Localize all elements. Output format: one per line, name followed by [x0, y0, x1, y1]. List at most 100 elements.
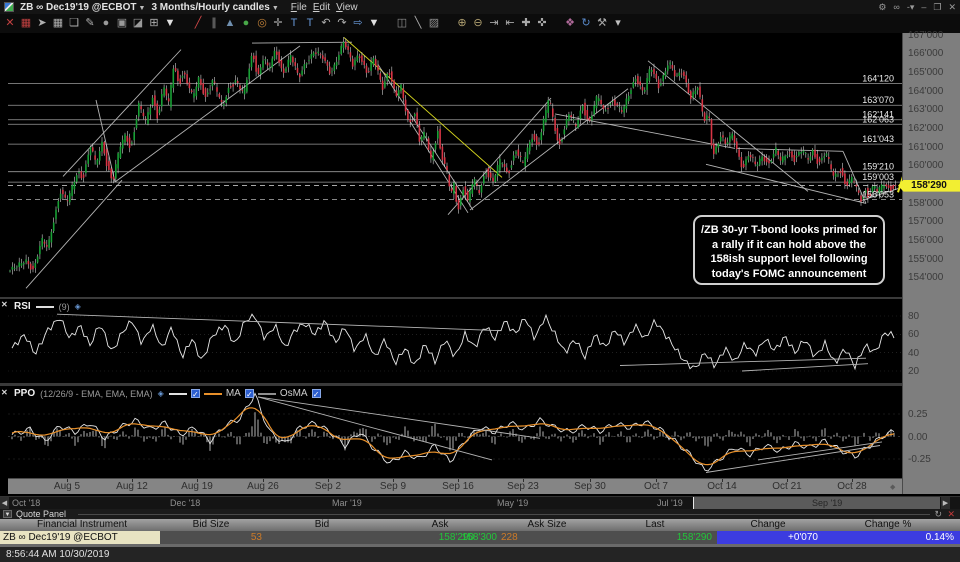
print-icon[interactable]: ❏ — [66, 15, 82, 32]
time-axis[interactable]: Aug 5 Aug 12 Aug 19 Aug 26 Sep 2 Sep 9 Sep 16 S… — [8, 478, 902, 494]
quote-column-header[interactable]: Last — [646, 519, 665, 530]
menu-edit[interactable]: Edit — [313, 2, 330, 13]
quote-column-header[interactable]: Bid Size — [193, 519, 230, 530]
pyramid-icon[interactable]: ▲ — [222, 15, 238, 32]
text-note-icon[interactable]: T — [286, 15, 302, 32]
time-tick-label: Aug 5 — [53, 481, 81, 492]
last-price-badge: 158'290 — [898, 179, 960, 192]
quote-column-header[interactable]: Bid — [315, 519, 329, 530]
settings-icon[interactable]: ⚙ — [878, 2, 886, 13]
zoom-out-icon[interactable]: ⊖ — [470, 15, 486, 32]
bar-spacing-in-icon[interactable]: ⇥ — [486, 15, 502, 32]
chart-type-dropdown[interactable]: ▼ — [162, 15, 178, 32]
quote-column-header[interactable]: Ask — [432, 519, 449, 530]
minimize-button[interactable]: – — [921, 2, 926, 12]
close-chart-icon[interactable]: ✕ — [2, 15, 18, 32]
quote-column-header[interactable]: Change — [750, 519, 785, 530]
rsi-label: RSI — [14, 301, 31, 312]
rsi-tick-label: 60 — [908, 329, 920, 341]
time-tick-label: Oct 21 — [772, 481, 802, 492]
ppo-legend-checkbox[interactable]: ✓ — [190, 389, 200, 399]
target-icon[interactable]: ◎ — [254, 15, 270, 32]
chart-scrollbar[interactable]: ◀ ▶ Oct '18 Dec '18 Mar '19 May '19 Jul '19 S… — [0, 496, 960, 510]
tools-dropdown[interactable]: ▼ — [366, 15, 382, 32]
close-button[interactable]: ✕ — [948, 2, 956, 13]
ruler-icon[interactable]: ◫ — [394, 15, 410, 32]
menu-file[interactable]: File — [291, 2, 307, 13]
time-tick-label: Sep 16 — [442, 481, 474, 492]
ppo-legend-checkbox[interactable]: ✓ — [311, 389, 321, 399]
quote-row[interactable]: ZB ∞ Dec19'19 @ECBOT 53 158'290 158'300 … — [0, 531, 960, 544]
quote-column-header[interactable]: Change % — [865, 519, 912, 530]
undo-icon[interactable]: ↶ — [318, 15, 334, 32]
drawing-toolbar: ✕ ▦ ➤ ▦ ❏ ✎ ● ▣ ◪ ⊞ ▼ ╱ ∥ ▲ ● ◎ ✛ T T ↶ ↷ ⇨ ▼ ◫ ╲ ▨ ⊕ ⊖ ⇥ ⇤ ✚ ✜ ❖ ↻ ⚒ ▾ — [0, 14, 960, 33]
image-region-icon[interactable]: ◪ — [130, 15, 146, 32]
collapse-triangle-icon[interactable]: ▼ — [3, 510, 12, 518]
link-icon[interactable]: ∞ — [893, 2, 899, 12]
chart-annotation-callout[interactable]: /ZB 30-yr T-bond looks primed for a rally… — [693, 215, 885, 285]
redo-icon[interactable]: ↷ — [334, 15, 350, 32]
svg-text:163'070: 163'070 — [862, 95, 894, 105]
clock-text: 8:56:44 AM 10/30/2019 — [6, 549, 110, 560]
pointer-tool-icon[interactable]: ➤ — [34, 15, 50, 32]
quote-column-header[interactable]: Financial Instrument — [37, 519, 127, 530]
quote-instrument-cell[interactable]: ZB ∞ Dec19'19 @ECBOT — [0, 531, 160, 544]
image-capture-icon[interactable]: ▣ — [114, 15, 130, 32]
rsi-settings-icon[interactable]: ◈ — [75, 302, 81, 311]
snap-grid-icon[interactable]: ▦ — [18, 15, 34, 32]
ellipse-tool-icon[interactable]: ● — [98, 15, 114, 32]
time-tick-label: Oct 7 — [644, 481, 668, 492]
ppo-header: PPO (12/26/9 - EMA, EMA, EMA) ◈ ✓ MA ✓ OsMA… — [14, 388, 321, 399]
quote-change: +0'070 — [788, 532, 818, 543]
price-tick-label: 167'000 — [908, 29, 944, 41]
rsi-tick-label: 20 — [908, 366, 920, 377]
time-tick-label: Aug 19 — [181, 481, 213, 492]
center-chart-icon[interactable]: ✚ — [518, 15, 534, 32]
rsi-pane[interactable] — [8, 299, 902, 383]
draw-line-icon[interactable]: ╱ — [190, 15, 206, 32]
price-tick-label: 166'000 — [908, 48, 944, 60]
trendline-tool-icon[interactable]: ╲ — [410, 15, 426, 32]
pencil-icon[interactable]: ✎ — [82, 15, 98, 32]
timeframe-selector[interactable]: 3 Months/Hourly candles ▼ — [151, 2, 278, 13]
quote-column-header[interactable]: Ask Size — [528, 519, 567, 530]
menu-view[interactable]: View — [336, 2, 358, 13]
quote-column-headers: Financial Instrument Bid Size Bid Ask Ask Si… — [0, 519, 960, 531]
ppo-legend-swatch — [168, 392, 187, 395]
wrench-icon[interactable]: ⚒ — [594, 15, 610, 32]
chevron-down-icon: ▼ — [138, 4, 146, 12]
layout-grid-icon[interactable]: ⊞ — [146, 15, 162, 32]
text-box-icon[interactable]: T — [302, 15, 318, 32]
scroll-date-label: Jul '19 — [657, 498, 683, 508]
scroll-date-label: Sep '19 — [812, 498, 843, 508]
pin-icon[interactable]: -▾ — [907, 2, 915, 13]
quote-change-highlight — [717, 531, 960, 544]
symbol-selector[interactable]: ZB ∞ Dec19'19 @ECBOT ▼ — [20, 2, 145, 13]
ppo-settings-icon[interactable]: ◈ — [158, 389, 164, 398]
menu-bar: File Edit View — [285, 2, 358, 13]
reconnect-icon[interactable]: ❖ — [562, 15, 578, 32]
axis-marker-icon: ◆ — [890, 484, 896, 491]
refresh-data-icon[interactable]: ↻ — [578, 15, 594, 32]
crosshair-icon[interactable]: ✜ — [534, 15, 550, 32]
ppo-pane[interactable] — [8, 386, 902, 478]
pane-gutter — [0, 33, 8, 494]
zoom-in-icon[interactable]: ⊕ — [454, 15, 470, 32]
pickup-tool-icon[interactable]: ✛ — [270, 15, 286, 32]
more-tools-dropdown[interactable]: ▾ — [610, 15, 626, 32]
price-tick-label: 162'000 — [908, 122, 944, 134]
ppo-params: (12/26/9 - EMA, EMA, EMA) — [40, 388, 153, 399]
window-controls: ⚙ ∞ -▾ – ❐ ✕ — [878, 0, 956, 14]
time-tick-label: Sep 30 — [574, 481, 606, 492]
price-axis[interactable]: 167'000 166'000 165'000 164'000 163'000 162'0… — [898, 29, 960, 494]
grid-icon[interactable]: ▦ — [50, 15, 66, 32]
bar-spacing-out-icon[interactable]: ⇤ — [502, 15, 518, 32]
price-tick-label: 164'000 — [908, 85, 944, 97]
callout-arrow-icon[interactable]: ⇨ — [350, 15, 366, 32]
ppo-legend-checkbox[interactable]: ✓ — [244, 389, 254, 399]
maximize-button[interactable]: ❐ — [933, 2, 941, 13]
price-tick-label: 160'000 — [908, 160, 944, 172]
hatch-tool-icon[interactable]: ▨ — [426, 15, 442, 32]
sphere-icon[interactable]: ● — [238, 15, 254, 32]
volume-bars-icon[interactable]: ∥ — [206, 15, 222, 32]
